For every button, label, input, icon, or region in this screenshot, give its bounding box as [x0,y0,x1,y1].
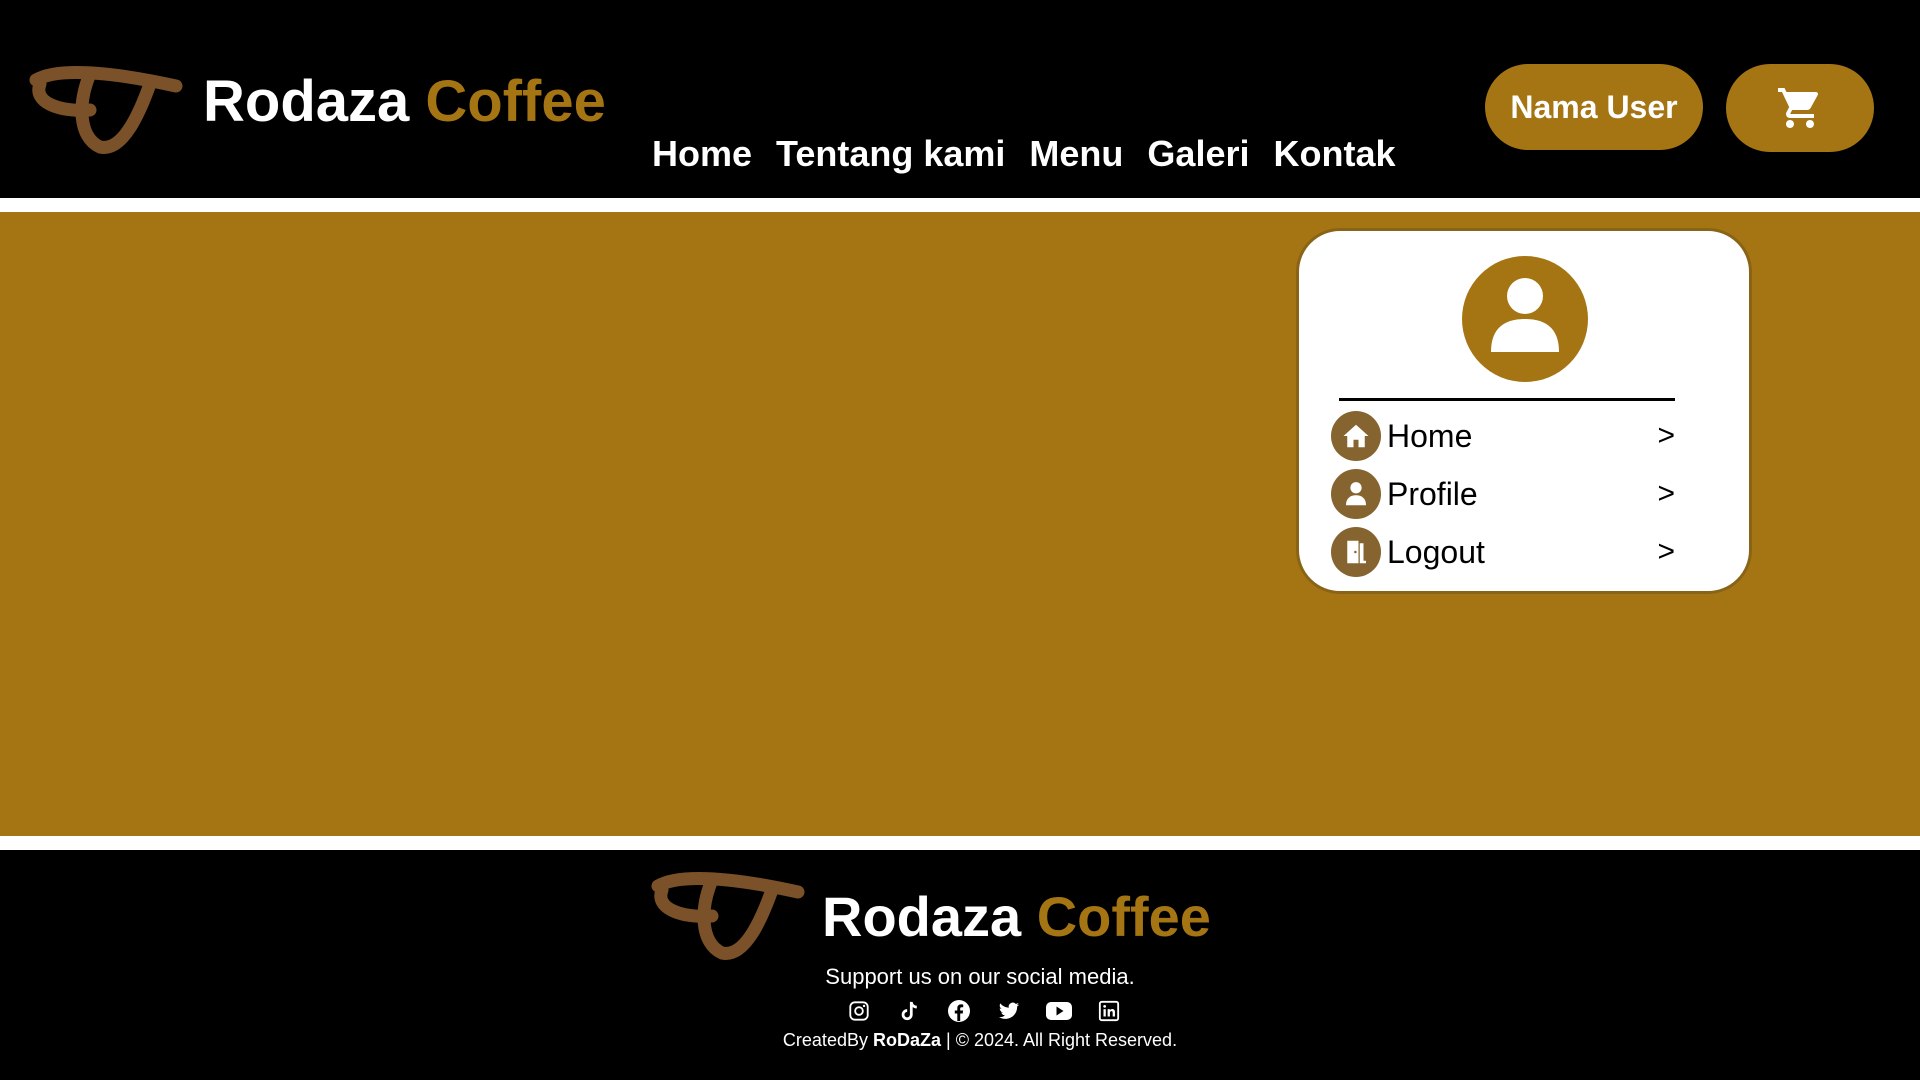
facebook-icon[interactable] [946,998,972,1024]
dropdown-item-profile[interactable]: Profile > [1331,469,1675,519]
copyright-suffix: | © 2024. All Right Reserved. [946,1030,1178,1050]
site-header: Rodaza Coffee Home Tentang kami Menu Gal… [0,0,1920,198]
chevron-right-icon: > [1657,477,1675,510]
main-nav: Home Tentang kami Menu Galeri Kontak [652,128,1396,180]
support-text: Support us on our social media. [825,964,1135,989]
user-icon [1331,469,1381,519]
nav-home[interactable]: Home [652,128,752,180]
chevron-right-icon: > [1657,419,1675,452]
cart-icon [1778,88,1819,128]
footer-divider [0,836,1920,850]
dropdown-item-logout[interactable]: Logout > [1331,527,1675,577]
cart-button[interactable] [1726,64,1874,152]
twitter-icon[interactable] [996,998,1022,1024]
header-divider [0,198,1920,212]
logo-icon [651,871,805,960]
brand-accent: Coffee [1036,885,1211,948]
copyright-prefix: CreatedBy [782,1030,868,1050]
nav-menu[interactable]: Menu [1029,128,1123,180]
brand-accent: Coffee [425,69,606,134]
user-avatar [1462,256,1588,382]
brand-title[interactable]: Rodaza Coffee [203,62,606,142]
dropdown-item-label: Profile [1387,475,1478,512]
logo-icon[interactable] [28,62,184,156]
copyright-name: RoDaZa [872,1030,941,1050]
footer-brand-title: Rodaza Coffee [822,884,1211,950]
tiktok-icon[interactable] [896,998,922,1024]
nav-galeri[interactable]: Galeri [1147,128,1249,180]
user-icon [1491,278,1559,352]
dropdown-item-home[interactable]: Home > [1331,411,1675,461]
nav-kontak[interactable]: Kontak [1273,128,1395,180]
dropdown-item-label: Home [1387,417,1473,454]
door-icon [1331,527,1381,577]
site-footer: Rodaza Coffee Support us on our social m… [0,850,1920,1080]
dropdown-item-label: Logout [1387,533,1485,570]
brand-name: Rodaza [822,885,1022,948]
social-links [846,998,1122,1024]
chevron-right-icon: > [1657,535,1675,568]
copyright-text: CreatedBy RoDaZa | © 2024. All Right Res… [0,1030,1920,1051]
panel-divider [1339,398,1675,401]
nav-tentang-kami[interactable]: Tentang kami [776,128,1005,180]
user-dropdown-panel: Home > Profile > Logout > [1296,228,1752,594]
youtube-icon[interactable] [1046,998,1072,1024]
main-content: Home > Profile > Logout > [0,212,1920,836]
instagram-icon[interactable] [846,998,872,1024]
home-icon [1331,411,1381,461]
linkedin-icon[interactable] [1096,998,1122,1024]
user-button[interactable]: Nama User [1485,64,1703,150]
brand-name: Rodaza [203,69,410,134]
